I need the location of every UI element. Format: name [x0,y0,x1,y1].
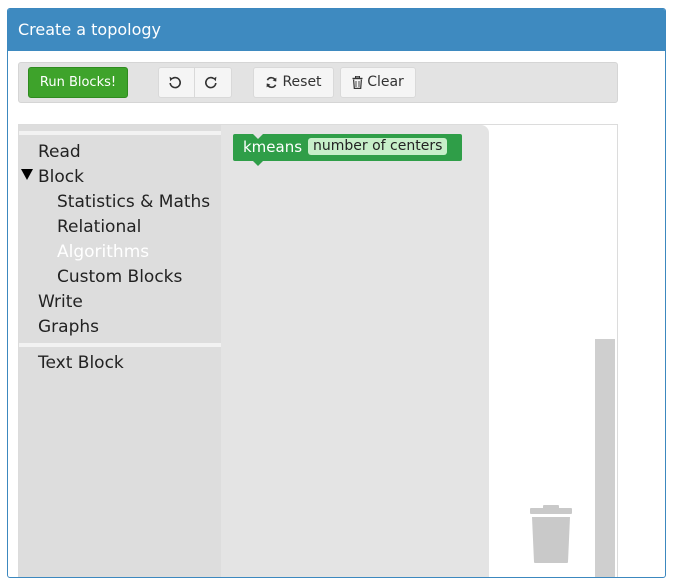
category-text-block[interactable]: Text Block [38,353,124,373]
kmeans-block-label: kmeans [243,138,303,156]
category-statistics-maths[interactable]: Statistics & Maths [57,192,210,212]
category-relational[interactable]: Relational [57,217,141,237]
category-algorithms[interactable]: Algorithms [57,242,149,262]
redo-button[interactable] [194,67,232,98]
reset-button[interactable]: Reset [253,67,334,98]
clear-label: Clear [367,74,404,90]
trash-icon [352,75,363,89]
toolbox: Read Block Statistics & Maths Relational… [19,125,221,577]
number-of-centers-field[interactable]: number of centers [308,138,448,155]
toolbox-separator [19,131,221,135]
blockly-workspace[interactable]: Read Block Statistics & Maths Relational… [18,124,618,577]
category-graphs[interactable]: Graphs [38,317,99,337]
block-connector [253,161,263,166]
category-write[interactable]: Write [38,292,83,312]
expand-arrow-icon[interactable] [21,169,33,180]
refresh-icon [265,76,278,89]
redo-icon [204,75,218,89]
panel-header: Create a topology [8,9,665,51]
undo-icon [168,75,182,89]
panel-title: Create a topology [18,20,162,39]
topology-panel: Create a topology Run Blocks! Reset Clea… [7,8,666,578]
reset-label: Reset [282,74,322,90]
workspace-scrollbar[interactable] [595,339,615,577]
category-custom-blocks[interactable]: Custom Blocks [57,267,182,287]
undo-button[interactable] [158,67,195,98]
toolbox-separator [19,343,221,347]
run-blocks-button[interactable]: Run Blocks! [28,67,128,98]
toolbar: Run Blocks! Reset Clear [18,62,618,103]
block-flyout [221,125,489,577]
clear-button[interactable]: Clear [340,67,416,98]
category-read[interactable]: Read [38,142,81,162]
workspace-trash-icon[interactable] [529,505,573,563]
kmeans-block[interactable]: kmeans number of centers [233,134,462,166]
category-block[interactable]: Block [38,167,84,187]
